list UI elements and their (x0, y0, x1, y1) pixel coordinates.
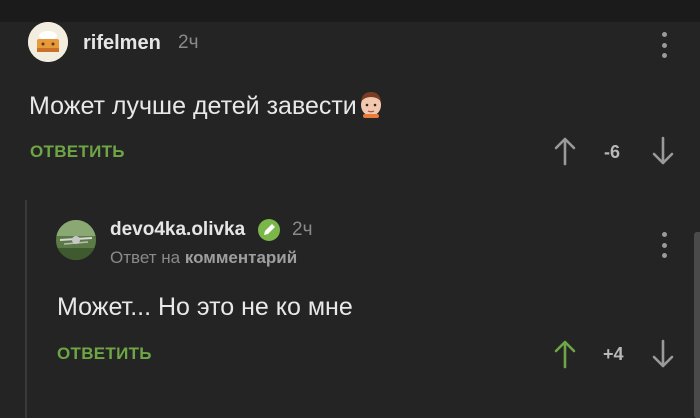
avatar-devo4ka-olivka[interactable] (56, 220, 96, 260)
comment-score: -6 (604, 142, 621, 162)
comment-text: Может лучше детей завести (29, 90, 384, 121)
reply-to-line: Ответ на комментарий (110, 248, 297, 268)
comment-text: Может... Но это не ко мне (57, 293, 353, 321)
reply-prefix-label: Ответ на (110, 248, 181, 267)
comment-author[interactable]: rifelmen (83, 32, 161, 55)
reply-button[interactable]: ОТВЕТИТЬ (30, 142, 125, 162)
arrow-down-icon[interactable] (652, 136, 674, 166)
reply-button[interactable]: ОТВЕТИТЬ (57, 344, 152, 364)
boy-face-emoji-icon (360, 92, 381, 118)
kebab-menu-icon[interactable] (661, 32, 667, 58)
comment-time: 2ч (292, 219, 313, 240)
avatar-image (28, 22, 68, 62)
comment-score: +4 (603, 344, 624, 364)
thread-line[interactable] (25, 200, 27, 418)
comments-page: rifelmen 2ч Может лучше детей завести ОТ… (0, 0, 700, 418)
scrollbar[interactable] (694, 232, 700, 418)
kebab-menu-icon[interactable] (661, 232, 667, 258)
avatar-rifelmen[interactable] (28, 22, 68, 62)
reply-target-link[interactable]: комментарий (185, 248, 297, 267)
comment-time: 2ч (178, 32, 199, 53)
arrow-up-icon[interactable] (554, 339, 576, 369)
arrow-up-icon[interactable] (554, 136, 576, 166)
top-bar (0, 0, 700, 22)
comment-text-content: Может лучше детей завести (29, 92, 357, 120)
arrow-down-icon[interactable] (652, 339, 674, 369)
avatar-image (56, 220, 96, 260)
comment-author[interactable]: devo4ka.olivka (110, 219, 245, 241)
verified-pencil-icon (258, 219, 280, 241)
